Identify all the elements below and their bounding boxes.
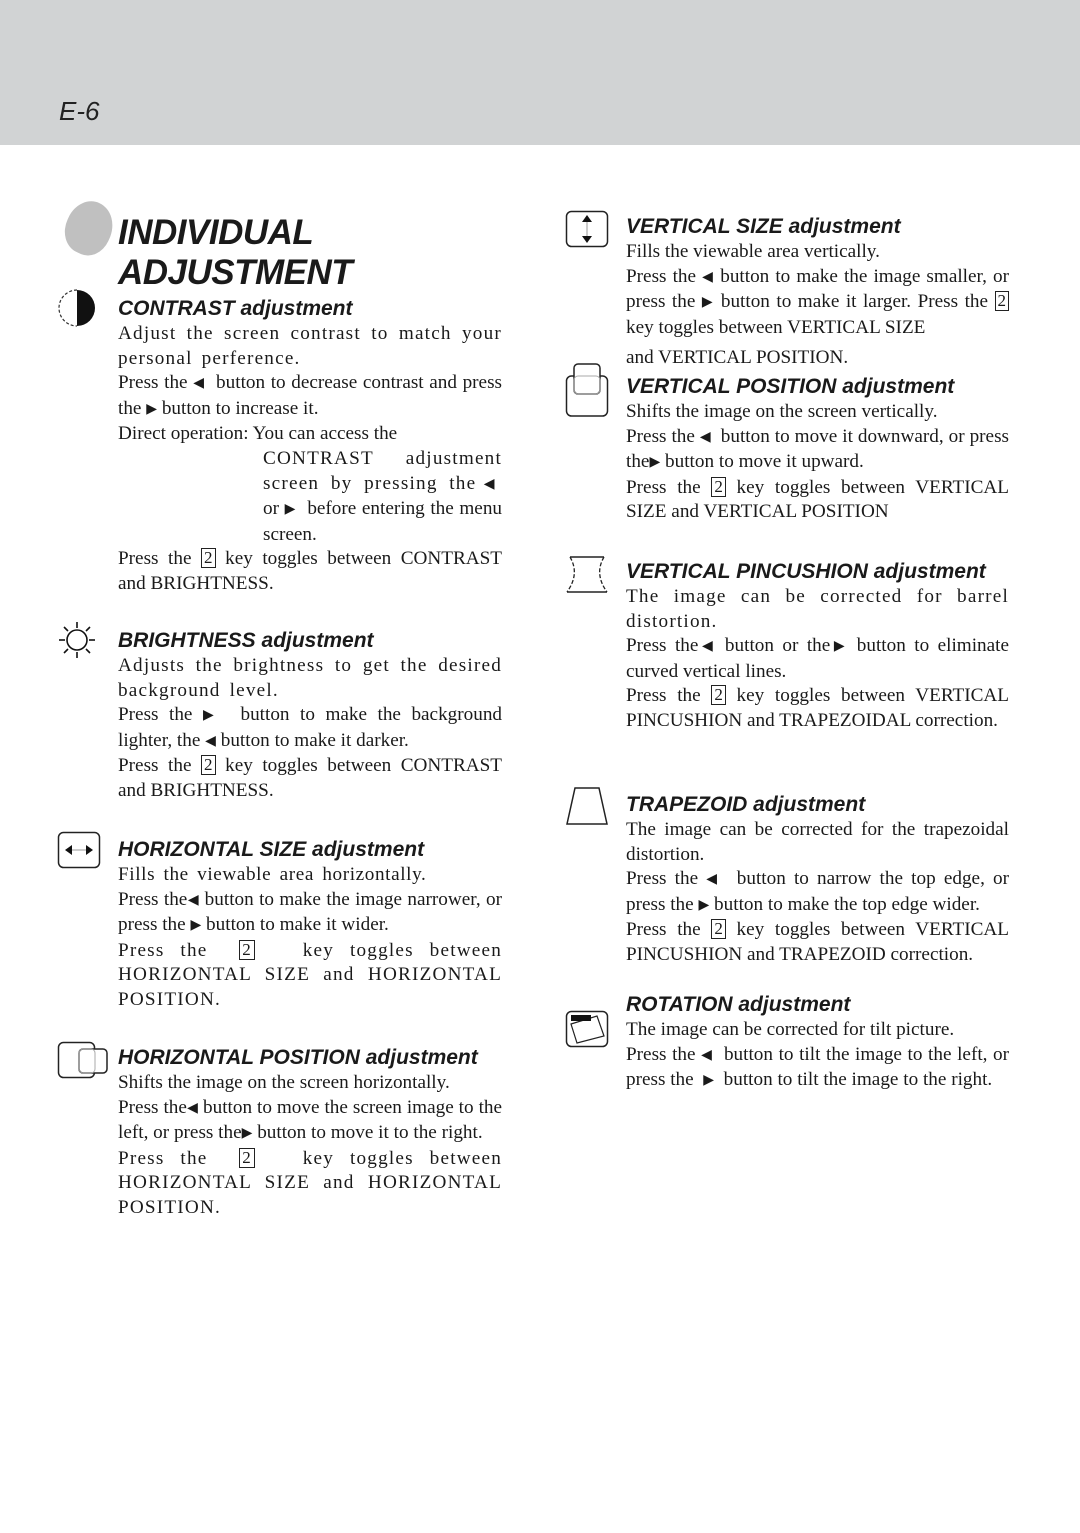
left-arrow-icon: ◀ [186,1100,199,1116]
right-arrow-icon: ▶ [190,918,202,934]
section-title: CONTRAST adjustment [118,297,353,320]
section-title: BRIGHTNESS adjustment [118,629,374,652]
horizontal-position-section: HORIZONTAL POSITION adjustment Shifts th… [118,1046,503,1218]
contrast-section: CONTRAST adjustment Adjust the screen co… [118,297,503,594]
key-2-icon: 2 [239,939,255,960]
contrast-icon [58,289,95,327]
section-title: VERTICAL SIZE adjustment [626,215,901,238]
section-title: TRAPEZOID adjustment [626,793,866,816]
section-title: HORIZONTAL SIZE adjustment [118,838,425,861]
section-title: HORIZONTAL POSITION adjustment [118,1046,478,1069]
vertical-size-icon [565,210,609,248]
left-arrow-icon: ◀ [699,429,711,445]
right-arrow-icon: ▶ [703,1073,715,1089]
trapezoid-section: TRAPEZOID adjustment The image can be co… [626,793,1010,965]
left-arrow-icon: ◀ [483,476,498,492]
key-2-icon: 2 [201,755,216,776]
key-2-icon: 2 [711,476,726,497]
section-title: VERTICAL PINCUSHION adjustment [626,560,986,583]
horizontal-position-icon [57,1041,108,1079]
vertical-pincushion-section: VERTICAL PINCUSHION adjustment The image… [626,560,1010,731]
left-arrow-icon: ◀ [702,269,715,285]
right-arrow-icon: ▶ [649,455,661,471]
right-arrow-icon: ▶ [202,708,220,724]
section-bullet-blob-icon [56,193,122,263]
left-arrow-icon: ◀ [187,892,200,908]
vertical-size-section: VERTICAL SIZE adjustment Fills the viewa… [626,215,1010,369]
right-arrow-icon: ▶ [701,295,715,311]
page-title: INDIVIDUAL ADJUSTMENT [118,213,353,292]
key-2-icon: 2 [994,291,1010,312]
header-band [0,0,1080,145]
page-number: E-6 [59,96,100,126]
trapezoid-icon [566,787,608,825]
section-title: VERTICAL POSITION adjustment [626,375,955,398]
right-arrow-icon: ▶ [698,897,710,913]
right-arrow-icon: ▶ [830,639,849,655]
horizontal-size-section: HORIZONTAL SIZE adjustment Fills the vie… [118,838,503,1010]
rotation-icon [565,1010,609,1048]
right-arrow-icon: ▶ [284,502,297,518]
left-arrow-icon: ◀ [706,872,721,888]
right-arrow-icon: ▶ [241,1126,253,1142]
horizontal-size-icon [57,831,101,869]
vertical-position-section: VERTICAL POSITION adjustment Shifts the … [626,375,1010,523]
key-2-icon: 2 [711,919,726,940]
key-2-icon: 2 [711,685,726,706]
vertical-pincushion-icon [566,556,608,593]
left-arrow-icon: ◀ [698,639,717,655]
section-title: ROTATION adjustment [626,993,851,1016]
key-2-icon: 2 [239,1147,255,1168]
right-arrow-icon: ▶ [146,401,158,417]
brightness-section: BRIGHTNESS adjustment Adjusts the bright… [118,629,503,801]
vertical-position-icon [565,363,609,417]
key-2-icon: 2 [201,548,216,569]
left-arrow-icon: ◀ [193,376,205,392]
left-arrow-icon: ◀ [701,1047,713,1063]
left-arrow-icon: ◀ [205,733,216,749]
rotation-section: ROTATION adjustment The image can be cor… [626,993,1010,1091]
brightness-sun-icon [59,622,95,658]
